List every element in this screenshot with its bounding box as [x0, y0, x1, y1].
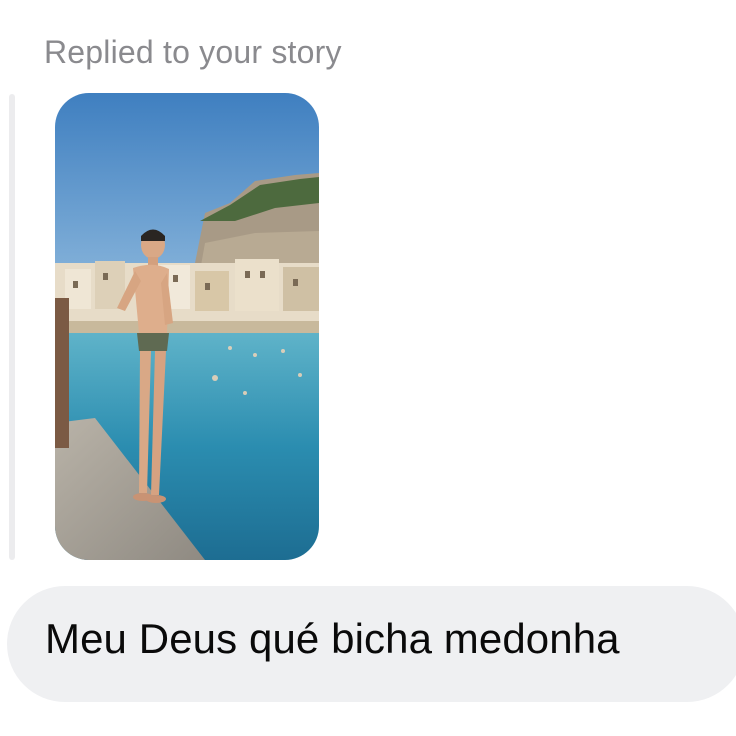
dm-thread: Replied to your story Meu Deus qué bicha… [0, 0, 736, 736]
message-text: Meu Deus qué bicha medonha [45, 615, 620, 662]
story-thumbnail[interactable] [55, 93, 319, 560]
message-bubble[interactable]: Meu Deus qué bicha medonha [7, 586, 736, 702]
reply-indicator-bar [9, 94, 15, 560]
story-photo-icon [55, 93, 319, 560]
replied-to-story-label: Replied to your story [44, 34, 342, 70]
